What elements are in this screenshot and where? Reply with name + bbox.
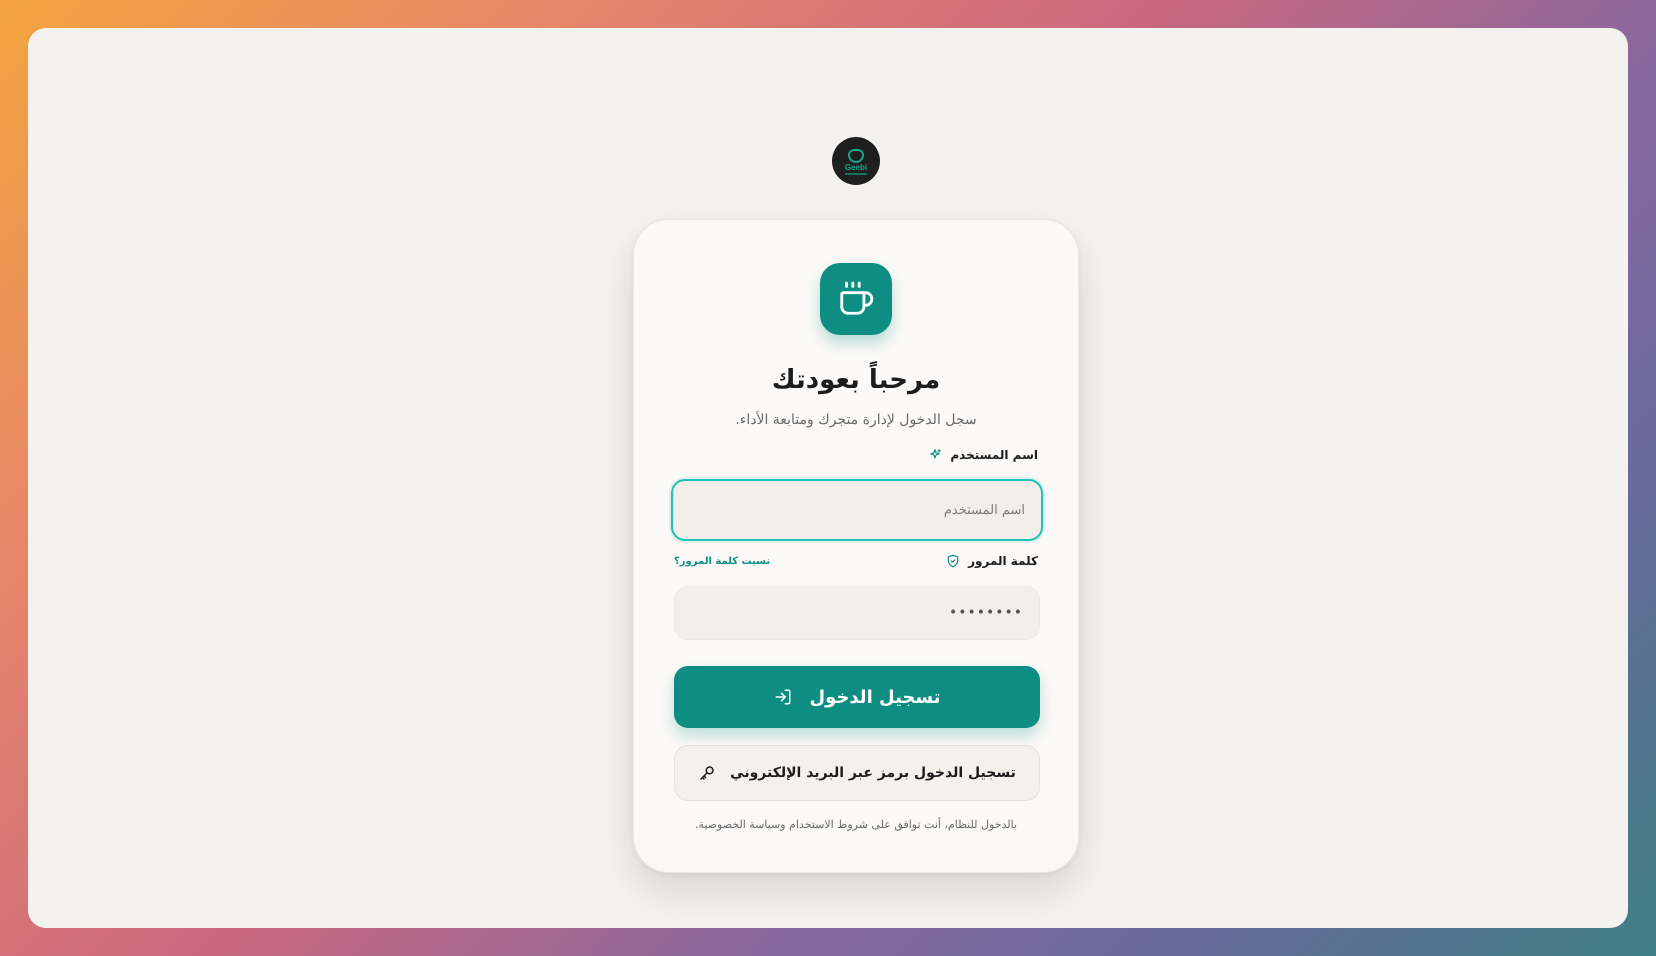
geebi-logo-icon: Geebi	[832, 137, 880, 185]
login-arrow-icon	[774, 688, 792, 706]
username-label-row: اسم المستخدم	[674, 446, 1038, 464]
password-input[interactable]: ••••••••	[674, 586, 1040, 640]
app-frame: Geebi مرحباً بعودتك سجل الدخول لإدارة مت…	[28, 28, 1628, 928]
terms-notice: بالدخول للنظام، أنت توافق على شروط الاست…	[694, 818, 1018, 831]
password-label: كلمة المرور	[946, 554, 1038, 568]
sparkle-icon	[928, 448, 942, 462]
logo-tagline	[845, 173, 867, 175]
username-label-text: اسم المستخدم	[950, 448, 1038, 462]
username-placeholder: اسم المستخدم	[943, 502, 1025, 518]
password-value: ••••••••	[948, 605, 1023, 621]
email-code-button-label: تسجيل الدخول برمز عبر البريد الإلكتروني	[730, 765, 1016, 781]
key-icon	[698, 764, 716, 782]
page-subtitle: سجل الدخول لإدارة متجرك ومتابعة الأداء.	[735, 412, 977, 428]
password-label-row: كلمة المرور نسيت كلمة المرور؟	[674, 552, 1038, 570]
login-button[interactable]: تسجيل الدخول	[674, 666, 1040, 728]
logo-mark	[848, 149, 864, 163]
email-code-login-button[interactable]: تسجيل الدخول برمز عبر البريد الإلكتروني	[674, 745, 1040, 801]
login-card: مرحباً بعودتك سجل الدخول لإدارة متجرك وم…	[633, 219, 1079, 873]
shield-icon	[946, 554, 960, 568]
logo-text: Geebi	[844, 163, 868, 172]
forgot-password-link[interactable]: نسيت كلمة المرور؟	[674, 556, 770, 567]
username-input[interactable]: اسم المستخدم	[671, 479, 1043, 541]
login-button-label: تسجيل الدخول	[809, 686, 941, 708]
page-title: مرحباً بعودتك	[771, 365, 941, 395]
password-label-text: كلمة المرور	[968, 554, 1038, 568]
coffee-cup-icon	[820, 263, 892, 335]
username-label: اسم المستخدم	[928, 448, 1038, 462]
